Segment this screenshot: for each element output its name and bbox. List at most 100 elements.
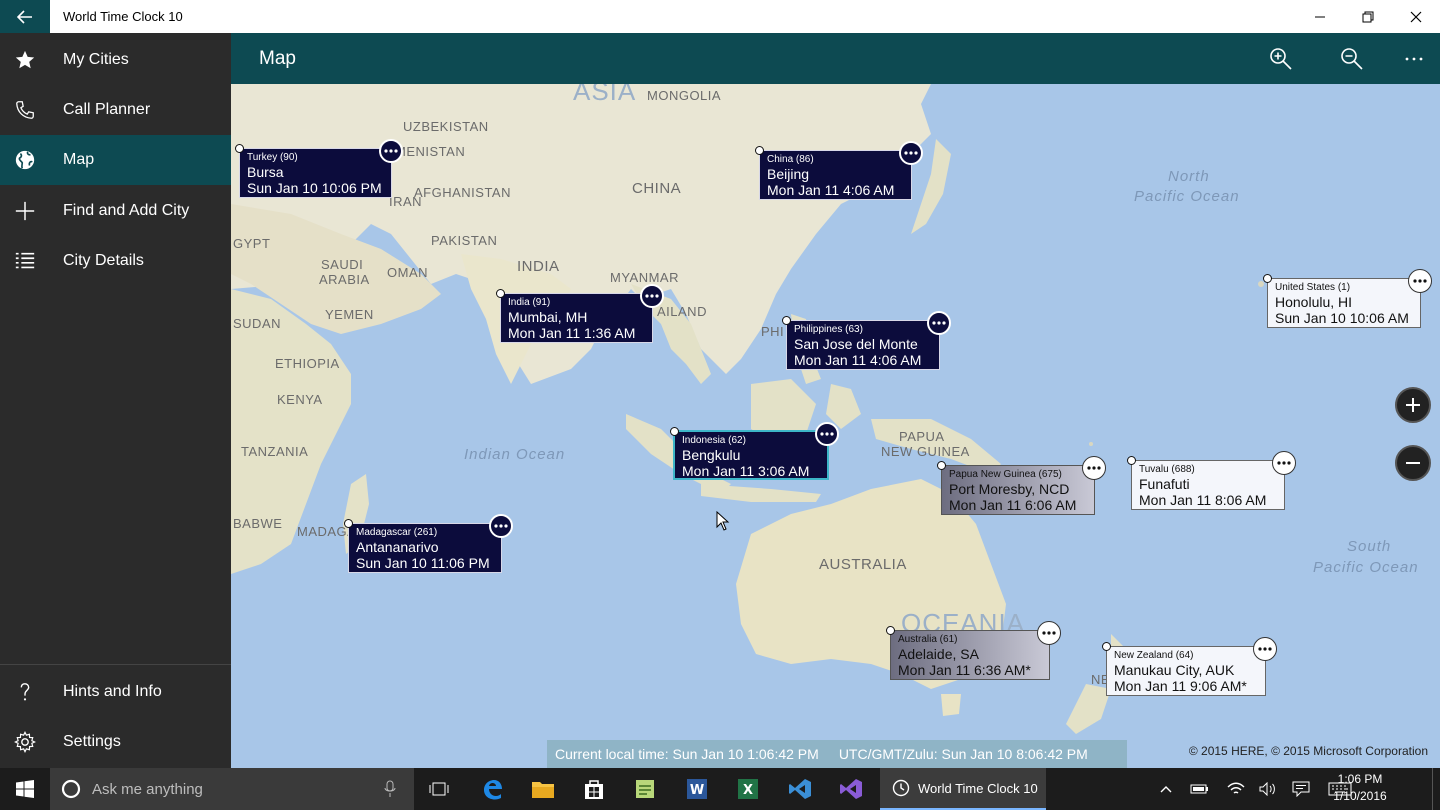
- map-label-philippines: PHI: [761, 324, 785, 339]
- visual-studio-button[interactable]: [780, 768, 820, 810]
- back-arrow-icon: [17, 9, 32, 24]
- city-more-button[interactable]: [1037, 621, 1061, 645]
- city-more-button[interactable]: [1408, 269, 1432, 293]
- visual-studio-icon: [789, 779, 811, 799]
- ellipsis-icon: [1042, 631, 1056, 635]
- word-button[interactable]: W: [677, 768, 717, 810]
- city-card-bengkulu[interactable]: Indonesia (62) Bengkulu Mon Jan 11 3:06 …: [670, 422, 839, 480]
- restore-button[interactable]: [1344, 0, 1392, 33]
- search-placeholder: Ask me anything: [92, 780, 203, 798]
- active-app-label: World Time Clock 10: [918, 780, 1038, 796]
- city-card-bursa[interactable]: Turkey (90) Bursa Sun Jan 10 10:06 PM: [235, 139, 403, 198]
- city-time: Mon Jan 11 9:06 AM*: [1114, 678, 1247, 694]
- city-more-button[interactable]: [640, 284, 664, 308]
- clock-time: 1:06 PM: [1337, 772, 1383, 786]
- file-explorer-button[interactable]: [523, 768, 563, 810]
- map-label-iran: IRAN: [389, 194, 423, 209]
- sidebar: My Cities Call Planner Map Find and Add …: [0, 33, 231, 768]
- city-more-button[interactable]: [927, 311, 951, 335]
- zoom-in-button[interactable]: [1265, 43, 1297, 75]
- time-status-bar: Current local time: Sun Jan 10 1:06:42 P…: [547, 740, 1127, 768]
- close-button[interactable]: [1392, 0, 1440, 33]
- zoom-out-button[interactable]: [1336, 43, 1368, 75]
- city-more-button[interactable]: [815, 422, 839, 446]
- map-label-south-pacific-ocean: Pacific Ocean: [1313, 559, 1419, 576]
- notification-icon: [1292, 781, 1310, 797]
- city-name: Adelaide, SA: [898, 646, 979, 662]
- sidebar-item-map[interactable]: Map: [0, 135, 231, 185]
- city-more-button[interactable]: [1253, 637, 1277, 661]
- volume-button[interactable]: [1256, 768, 1280, 810]
- back-button[interactable]: [0, 0, 50, 33]
- map-zoom-in-button[interactable]: [1395, 387, 1431, 423]
- city-time: Mon Jan 11 3:06 AM: [682, 463, 810, 479]
- edge-icon: [484, 780, 502, 800]
- store-button[interactable]: [574, 768, 614, 810]
- task-view-button[interactable]: [420, 768, 458, 810]
- city-card-funafuti[interactable]: Tuvalu (688) Funafuti Mon Jan 11 8:06 AM: [1127, 451, 1296, 510]
- map-label-pacific-ocean: Pacific Ocean: [1134, 188, 1240, 205]
- clock-icon: [892, 779, 910, 797]
- ellipsis-icon: [1258, 647, 1272, 651]
- minimize-icon: [1315, 16, 1325, 17]
- map-label-kenya: KENYA: [277, 392, 323, 407]
- city-card-port-moresby[interactable]: Papua New Guinea (675) Port Moresby, NCD…: [937, 456, 1106, 515]
- city-pin: [782, 316, 791, 325]
- zoom-in-icon: [1270, 48, 1292, 70]
- city-more-button[interactable]: [1272, 451, 1296, 475]
- city-pin: [496, 289, 505, 298]
- edge-button[interactable]: [472, 768, 512, 810]
- mouse-cursor-icon: [716, 511, 730, 531]
- close-icon: [1410, 11, 1422, 22]
- city-country: Indonesia (62): [682, 435, 746, 446]
- city-card-adelaide[interactable]: Australia (61) Adelaide, SA Mon Jan 11 6…: [886, 621, 1061, 680]
- city-card-beijing[interactable]: China (86) Beijing Mon Jan 11 4:06 AM: [755, 141, 923, 200]
- map-label-indian-ocean: Indian Ocean: [464, 446, 566, 463]
- sidebar-item-settings[interactable]: Settings: [0, 717, 231, 767]
- city-more-button[interactable]: [489, 514, 513, 538]
- map-zoom-out-button[interactable]: [1395, 445, 1431, 481]
- title-bar: World Time Clock 10: [0, 0, 1440, 33]
- map-label-turkmenistan: MENISTAN: [395, 144, 466, 159]
- city-pin: [937, 461, 946, 470]
- minimize-button[interactable]: [1296, 0, 1344, 33]
- cortana-search-box[interactable]: Ask me anything: [50, 768, 414, 810]
- city-country: India (91): [508, 297, 551, 308]
- city-card-honolulu[interactable]: United States (1) Honolulu, HI Sun Jan 1…: [1263, 269, 1432, 328]
- city-more-button[interactable]: [379, 139, 403, 163]
- more-options-button[interactable]: [1398, 43, 1430, 75]
- city-time: Mon Jan 11 1:36 AM: [508, 325, 636, 341]
- sidebar-item-find-and-add-city[interactable]: Find and Add City: [0, 186, 231, 236]
- sidebar-item-call-planner[interactable]: Call Planner: [0, 85, 231, 135]
- notepad-app-button[interactable]: [625, 768, 665, 810]
- sidebar-item-hints-and-info[interactable]: Hints and Info: [0, 667, 231, 717]
- city-country: Papua New Guinea (675): [949, 469, 1062, 480]
- city-more-button[interactable]: [1082, 456, 1106, 480]
- world-map[interactable]: ASIA MONGOLIA UZBEKISTAN MENISTAN AFGHAN…: [231, 84, 1440, 768]
- city-name: Antananarivo: [356, 539, 439, 555]
- show-hidden-icons-button[interactable]: [1156, 768, 1176, 810]
- taskbar-clock[interactable]: 1:06 PM 1/10/2016: [1320, 771, 1400, 805]
- visual-studio-2-button[interactable]: [831, 768, 871, 810]
- map-label-south: South: [1347, 538, 1392, 555]
- city-card-mumbai[interactable]: India (91) Mumbai, MH Mon Jan 11 1:36 AM: [496, 284, 664, 343]
- microphone-icon[interactable]: [384, 780, 396, 798]
- city-card-san-jose-del-monte[interactable]: Philippines (63) San Jose del Monte Mon …: [782, 311, 951, 370]
- taskbar-active-app[interactable]: World Time Clock 10: [880, 768, 1046, 810]
- clock-date: 1/10/2016: [1333, 789, 1387, 803]
- action-center-button[interactable]: [1289, 768, 1313, 810]
- show-desktop-button[interactable]: [1432, 768, 1440, 810]
- folder-icon: [532, 782, 554, 798]
- city-card-antananarivo[interactable]: Madagascar (261) Antananarivo Sun Jan 10…: [344, 514, 513, 573]
- ellipsis-icon: [1277, 461, 1291, 465]
- sidebar-item-my-cities[interactable]: My Cities: [0, 35, 231, 85]
- start-button[interactable]: [0, 768, 50, 810]
- sidebar-item-city-details[interactable]: City Details: [0, 236, 231, 286]
- battery-button[interactable]: [1188, 768, 1212, 810]
- network-button[interactable]: [1224, 768, 1248, 810]
- city-card-manukau-city[interactable]: New Zealand (64) Manukau City, AUK Mon J…: [1102, 637, 1277, 696]
- ellipsis-icon: [1087, 466, 1101, 470]
- excel-button[interactable]: X: [728, 768, 768, 810]
- city-more-button[interactable]: [899, 141, 923, 165]
- city-country: China (86): [767, 154, 814, 165]
